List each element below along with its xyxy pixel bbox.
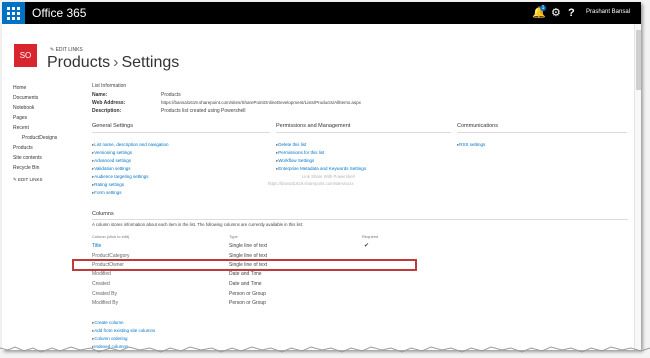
scrollbar-thumb[interactable] bbox=[636, 30, 641, 90]
link-advanced-settings[interactable]: Advanced settings bbox=[92, 158, 131, 164]
column-row-title[interactable]: Title bbox=[92, 243, 101, 249]
link-workflow-settings[interactable]: Workflow Settings bbox=[276, 158, 314, 164]
overlay-text-2: https://bansal1619.sharepoint.com/sites/… bbox=[268, 181, 354, 186]
description-label: Description: bbox=[92, 108, 122, 114]
communications-heading: Communications bbox=[457, 123, 498, 129]
link-list-permissions[interactable]: Permissions for this list bbox=[276, 150, 324, 156]
link-rating-settings[interactable]: Rating settings bbox=[92, 182, 124, 188]
pencil-icon: ✎ bbox=[50, 47, 55, 53]
column-row-modified-type: Date and Time bbox=[229, 271, 262, 277]
general-settings-heading: General Settings bbox=[92, 123, 133, 129]
column-row-modified-by-type: Person or Group bbox=[229, 300, 266, 306]
page-title-list[interactable]: Products bbox=[47, 54, 110, 71]
help-icon[interactable]: ? bbox=[568, 6, 575, 20]
general-divider bbox=[92, 132, 270, 133]
web-address-label: Web Address: bbox=[92, 100, 126, 106]
column-row-created[interactable]: Created bbox=[92, 281, 110, 287]
app-launcher-icon[interactable] bbox=[2, 2, 25, 24]
column-row-modified-by[interactable]: Modified By bbox=[92, 300, 118, 306]
torn-edge-decoration bbox=[0, 346, 650, 353]
columns-heading: Columns bbox=[92, 211, 114, 217]
name-value: Products bbox=[161, 92, 181, 98]
link-validation-settings[interactable]: Validation settings bbox=[92, 166, 130, 172]
link-column-ordering[interactable]: Column ordering bbox=[92, 336, 127, 342]
communications-divider bbox=[457, 132, 627, 133]
checkmark-icon: ✔ bbox=[364, 243, 370, 249]
permissions-divider bbox=[276, 132, 451, 133]
permissions-heading: Permissions and Management bbox=[276, 123, 351, 129]
link-versioning-settings[interactable]: Versioning settings bbox=[92, 150, 132, 156]
nav-item-pages[interactable]: Pages bbox=[13, 113, 57, 123]
column-row-created-by-type: Person or Group bbox=[229, 291, 266, 297]
vertical-scrollbar[interactable] bbox=[634, 24, 641, 350]
page-title-page: Settings bbox=[121, 54, 180, 71]
pencil-icon: ✎ bbox=[13, 177, 17, 182]
web-address-value: https://bansal1619.sharepoint.com/sites/… bbox=[161, 100, 361, 105]
column-header-required: Required bbox=[362, 234, 379, 239]
office365-brand[interactable]: Office 365 bbox=[32, 6, 86, 20]
column-header-name: Column (click to edit) bbox=[92, 234, 130, 239]
quick-launch: Home Documents Notebook Pages Recent Pro… bbox=[13, 83, 57, 185]
edit-links-header[interactable]: ✎ EDIT LINKS bbox=[50, 47, 83, 53]
breadcrumb-separator: › bbox=[113, 54, 119, 71]
nav-item-documents[interactable]: Documents bbox=[13, 93, 57, 103]
nav-edit-links-label: EDIT LINKS bbox=[18, 177, 43, 182]
browser-window: Office 365 🔔 1 ⚙ ? Prashant Bansal SO ✎ … bbox=[2, 2, 641, 350]
user-name[interactable]: Prashant Bansal bbox=[586, 9, 630, 15]
column-row-modified[interactable]: Modified bbox=[92, 271, 111, 277]
overlay-text-1: Link Share With Powershell bbox=[302, 174, 355, 179]
suite-bar: Office 365 🔔 1 ⚙ ? Prashant Bansal bbox=[2, 2, 641, 24]
column-header-type: Type bbox=[229, 234, 238, 239]
productowner-highlight-box bbox=[72, 259, 417, 271]
link-audience-targeting[interactable]: Audience targeting settings bbox=[92, 174, 148, 180]
edit-links-label: EDIT LINKS bbox=[55, 47, 83, 53]
link-enterprise-metadata[interactable]: Enterprise Metadata and Keywords Setting… bbox=[276, 166, 366, 172]
list-info-heading: List Information bbox=[92, 83, 127, 89]
nav-item-site-contents[interactable]: Site contents bbox=[13, 153, 57, 163]
description-value: Products list created using Powershell bbox=[161, 108, 246, 114]
notification-count: 1 bbox=[540, 5, 546, 11]
nav-item-home[interactable]: Home bbox=[13, 83, 57, 93]
column-row-created-type: Date and Time bbox=[229, 281, 262, 287]
nav-item-products[interactable]: Products bbox=[13, 143, 57, 153]
column-row-created-by[interactable]: Created By bbox=[92, 291, 117, 297]
nav-item-notebook[interactable]: Notebook bbox=[13, 103, 57, 113]
link-list-name-description[interactable]: List name, description and navigation bbox=[92, 142, 168, 148]
gear-icon[interactable]: ⚙ bbox=[551, 6, 561, 20]
link-delete-list[interactable]: Delete this list bbox=[276, 142, 306, 148]
link-add-existing-columns[interactable]: Add from existing site columns bbox=[92, 328, 155, 334]
name-label: Name: bbox=[92, 92, 108, 98]
site-logo[interactable]: SO bbox=[14, 44, 37, 67]
column-row-title-type: Single line of text bbox=[229, 243, 268, 249]
columns-description: A column stores information about each i… bbox=[92, 222, 304, 227]
nav-edit-links[interactable]: ✎ EDIT LINKS bbox=[13, 175, 57, 185]
nav-item-recycle-bin[interactable]: Recycle Bin bbox=[13, 163, 57, 173]
nav-item-productdesigns[interactable]: ProductDesigns bbox=[13, 133, 57, 143]
columns-divider bbox=[92, 219, 628, 220]
link-rss-settings[interactable]: RSS settings bbox=[457, 142, 485, 148]
nav-item-recent[interactable]: Recent bbox=[13, 123, 57, 133]
link-form-settings[interactable]: Form settings bbox=[92, 190, 121, 196]
link-create-column[interactable]: Create column bbox=[92, 320, 123, 326]
page-title: Products › Settings bbox=[47, 54, 179, 72]
